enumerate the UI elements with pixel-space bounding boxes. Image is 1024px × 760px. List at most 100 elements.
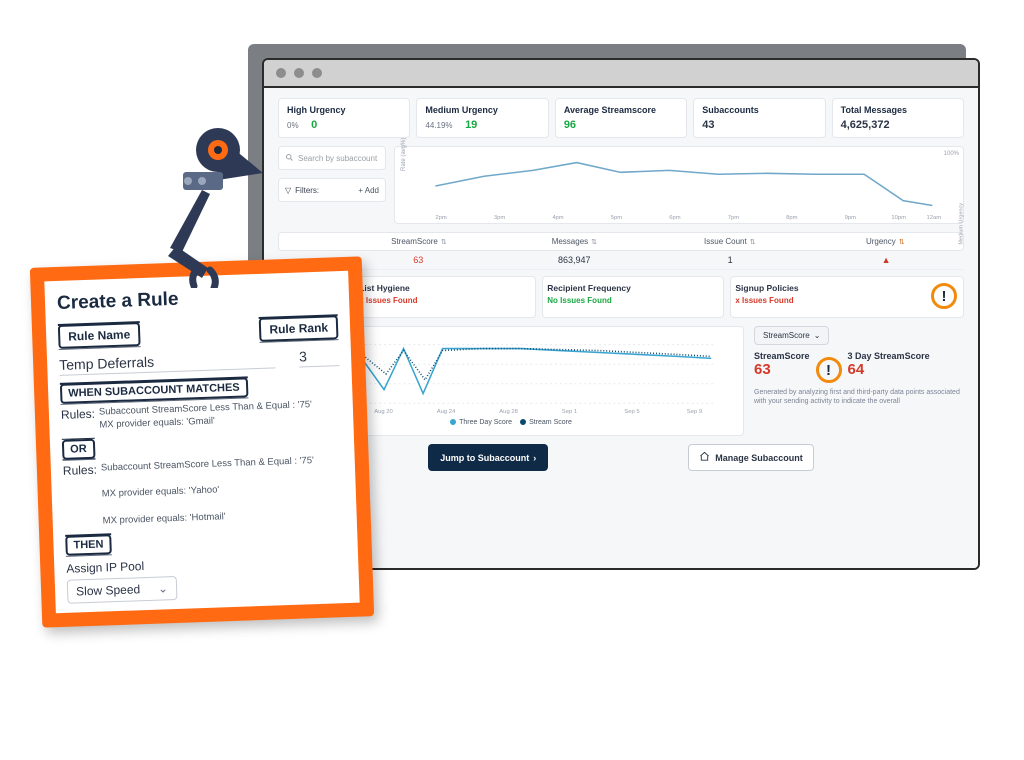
callout-body: Create a Rule Rule Name Rule Rank Temp D… bbox=[44, 271, 359, 613]
issue-status: Issues Found bbox=[366, 296, 418, 305]
rules-label: Rules: bbox=[61, 407, 95, 422]
sort-icon: ⇅ bbox=[441, 238, 447, 246]
jump-to-subaccount-button[interactable]: Jump to Subaccount › bbox=[428, 444, 548, 471]
sort-icon: ⇅ bbox=[750, 238, 756, 246]
col-urgency[interactable]: Urgency⇅ bbox=[808, 237, 963, 246]
alert-icon: ! bbox=[931, 283, 957, 309]
issue-card-signup-policies[interactable]: Signup Policies x Issues Found ! bbox=[730, 276, 964, 318]
stat-label: Subaccounts bbox=[702, 105, 816, 115]
subaccount-table-header: StreamScore⇅ Messages⇅ Issue Count⇅ Urge… bbox=[278, 232, 964, 251]
score-panel: StreamScore ⌄ StreamScore 63 ! 3 Day Str… bbox=[754, 326, 964, 436]
search-input[interactable]: Search by subaccount bbox=[278, 146, 386, 170]
rule-rank-input[interactable]: 3 bbox=[299, 345, 340, 367]
dropdown-value: StreamScore bbox=[763, 331, 810, 340]
table-row[interactable]: 63 863,947 1 ▲ bbox=[278, 251, 964, 270]
stat-sub: 0% bbox=[287, 121, 299, 130]
filter-icon: ▽ bbox=[285, 186, 291, 195]
svg-text:Sep 5: Sep 5 bbox=[624, 409, 640, 415]
svg-text:Aug 20: Aug 20 bbox=[374, 409, 393, 415]
stat-sub: 44.19% bbox=[425, 121, 452, 130]
rule-name-label: Rule Name bbox=[58, 322, 141, 349]
x-icon: x bbox=[735, 296, 739, 305]
manage-subaccount-button[interactable]: Manage Subaccount bbox=[688, 444, 814, 471]
score-value: 64 bbox=[848, 361, 930, 378]
select-value: Slow Speed bbox=[76, 582, 140, 598]
sort-icon: ⇅ bbox=[591, 238, 597, 246]
mid-row: Search by subaccount ▽ Filters: + Add Ra… bbox=[278, 146, 964, 224]
stat-label: Medium Urgency bbox=[425, 105, 539, 115]
assign-ip-pool-label: Assign IP Pool bbox=[66, 552, 346, 576]
svg-text:10pm: 10pm bbox=[891, 215, 906, 221]
filters-label: Filters: bbox=[295, 186, 319, 195]
stat-total-messages: Total Messages 4,625,372 bbox=[832, 98, 964, 138]
issue-title: Recipient Frequency bbox=[547, 283, 719, 293]
legend-item: Three Day Score bbox=[459, 419, 512, 426]
col-issue-count[interactable]: Issue Count⇅ bbox=[652, 237, 807, 246]
svg-text:2pm: 2pm bbox=[435, 215, 446, 221]
rule-line: Subaccount StreamScore Less Than & Equal… bbox=[101, 454, 343, 475]
svg-text:5pm: 5pm bbox=[611, 215, 622, 221]
svg-text:9pm: 9pm bbox=[845, 215, 856, 221]
y-axis-right-max: 100% bbox=[944, 151, 959, 157]
or-label: OR bbox=[62, 438, 95, 459]
search-icon bbox=[285, 153, 294, 164]
y-axis-right-label: Medium Urgency bbox=[959, 203, 965, 245]
action-buttons-row: Jump to Subaccount › Manage Subaccount bbox=[278, 444, 964, 471]
sort-icon: ⇅ bbox=[899, 238, 905, 246]
stat-value: 0 bbox=[311, 119, 317, 131]
score-value: 63 bbox=[754, 361, 810, 378]
dashboard-body: High Urgency 0% 0 Medium Urgency 44.19% … bbox=[264, 88, 978, 568]
rules-label: Rules: bbox=[63, 462, 97, 477]
filters-control[interactable]: ▽ Filters: + Add bbox=[278, 178, 386, 202]
score-label: StreamScore bbox=[754, 351, 810, 361]
stat-label: Average Streamscore bbox=[564, 105, 678, 115]
urgency-warning-icon: ▲ bbox=[808, 255, 964, 265]
col-streamscore[interactable]: StreamScore⇅ bbox=[341, 237, 496, 246]
issue-card-recipient-frequency[interactable]: Recipient Frequency No Issues Found bbox=[542, 276, 724, 318]
alert-icon: ! bbox=[816, 357, 842, 383]
traffic-light-icon bbox=[276, 68, 286, 78]
svg-text:Sep 1: Sep 1 bbox=[562, 409, 577, 415]
stat-value: 19 bbox=[465, 119, 477, 131]
button-label: Jump to Subaccount bbox=[440, 453, 529, 463]
y-axis-left-label: Rate (avg%) bbox=[401, 138, 407, 171]
add-filter-button[interactable]: + Add bbox=[358, 186, 379, 195]
score-description: Generated by analyzing first and third-p… bbox=[754, 389, 964, 407]
chevron-down-icon: ⌄ bbox=[814, 331, 821, 340]
score-metric-dropdown[interactable]: StreamScore ⌄ bbox=[754, 326, 829, 345]
issue-title: Signup Policies bbox=[735, 283, 959, 293]
chevron-right-icon: › bbox=[533, 453, 536, 463]
rule-name-input[interactable]: Temp Deferrals bbox=[59, 347, 276, 376]
svg-text:Aug 28: Aug 28 bbox=[499, 409, 518, 415]
stat-value: 4,625,372 bbox=[841, 119, 890, 131]
issue-card-list-hygiene[interactable]: List Hygiene x Issues Found bbox=[354, 276, 536, 318]
traffic-light-icon bbox=[312, 68, 322, 78]
home-icon bbox=[699, 451, 710, 464]
rule-rank-label: Rule Rank bbox=[259, 315, 338, 342]
search-placeholder: Search by subaccount bbox=[298, 154, 377, 163]
score-label: 3 Day StreamScore bbox=[848, 351, 930, 361]
stat-value: 43 bbox=[702, 119, 714, 131]
bottom-row: Aug 16 Aug 20 Aug 24 Aug 28 Sep 1 Sep 5 … bbox=[278, 326, 964, 436]
legend-dot-icon bbox=[450, 419, 456, 425]
issue-status: No Issues Found bbox=[547, 296, 719, 305]
ip-pool-select[interactable]: Slow Speed bbox=[67, 576, 178, 604]
stat-label: High Urgency bbox=[287, 105, 401, 115]
cell-score: 63 bbox=[340, 255, 496, 265]
overview-sparkline: 2pm 3pm 4pm 5pm 6pm 7pm 8pm 9pm 10pm 12a… bbox=[395, 147, 963, 223]
left-controls: Search by subaccount ▽ Filters: + Add bbox=[278, 146, 386, 224]
traffic-light-icon bbox=[294, 68, 304, 78]
svg-text:8pm: 8pm bbox=[786, 215, 797, 221]
stats-row: High Urgency 0% 0 Medium Urgency 44.19% … bbox=[278, 98, 964, 138]
legend-item: Stream Score bbox=[529, 419, 572, 426]
stat-value: 96 bbox=[564, 119, 576, 131]
col-messages[interactable]: Messages⇅ bbox=[497, 237, 652, 246]
svg-text:Sep 9: Sep 9 bbox=[687, 409, 702, 415]
cell-issues: 1 bbox=[652, 255, 808, 265]
then-label: THEN bbox=[65, 534, 112, 556]
svg-text:6pm: 6pm bbox=[669, 215, 680, 221]
overview-chart: Rate (avg%) 100% Medium Urgency 2pm 3pm … bbox=[394, 146, 964, 224]
svg-text:12am: 12am bbox=[926, 215, 941, 221]
svg-text:3pm: 3pm bbox=[494, 215, 505, 221]
stat-medium-urgency: Medium Urgency 44.19% 19 bbox=[416, 98, 548, 138]
